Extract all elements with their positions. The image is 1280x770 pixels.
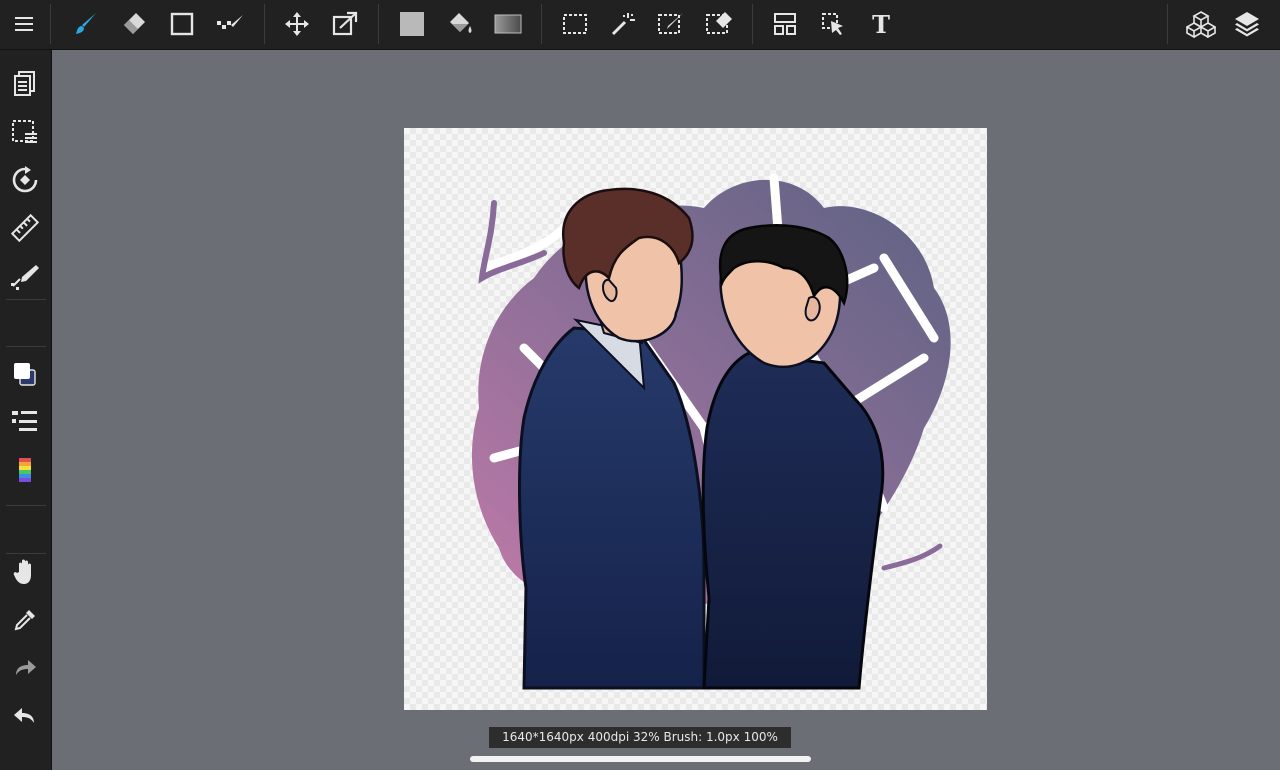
menu-icon (15, 17, 33, 31)
undo-button[interactable] (5, 696, 45, 736)
select-rectangle-icon (563, 14, 587, 34)
select-rectangle-button[interactable] (555, 4, 595, 44)
pages-icon (14, 71, 35, 96)
move-icon (285, 12, 309, 36)
shape-rectangle-icon (170, 12, 194, 36)
brush-icon (76, 13, 96, 34)
frame-divider-icon (774, 13, 796, 35)
drawing-canvas[interactable] (404, 128, 987, 710)
top-toolbar: T (0, 0, 1280, 50)
status-bar: 1640*1640px 400dpi 32% Brush: 1.0px 100% (489, 727, 791, 748)
bucket-tool-button[interactable] (440, 4, 480, 44)
rotate-canvas-button[interactable] (5, 160, 45, 200)
gradient-icon (494, 14, 522, 34)
magic-wand-button[interactable] (603, 4, 643, 44)
artwork-illustration (471, 173, 951, 690)
select-eraser-button[interactable] (699, 4, 739, 44)
text-icon: T (872, 9, 890, 39)
selection-layer-button[interactable] (5, 112, 45, 152)
home-indicator[interactable] (470, 756, 811, 762)
move-tool-button[interactable] (277, 4, 317, 44)
color-swatch-button[interactable] (5, 354, 45, 394)
gradient-tool-button[interactable] (488, 4, 528, 44)
fill-color-icon (400, 12, 424, 36)
undo-icon (14, 708, 34, 723)
materials-icon (1186, 11, 1216, 38)
snap-pen-icon (11, 265, 39, 290)
pages-button[interactable] (5, 64, 45, 104)
smudge-icon (217, 15, 243, 29)
layers-icon (1235, 12, 1259, 37)
magic-wand-icon (611, 13, 635, 36)
ruler-button[interactable] (5, 208, 45, 248)
redo-button[interactable] (5, 648, 45, 688)
hand-tool-button[interactable] (5, 552, 45, 592)
fill-color-button[interactable] (392, 4, 432, 44)
color-palette-icon (19, 458, 31, 482)
color-swatch-icon (14, 363, 36, 386)
materials-button[interactable] (1181, 4, 1221, 44)
brush-tool-button[interactable] (66, 4, 106, 44)
eyedropper-button[interactable] (5, 600, 45, 640)
transform-icon (332, 11, 358, 36)
hand-icon (13, 559, 32, 584)
operation-tool-button[interactable] (813, 4, 853, 44)
shape-tool-button[interactable] (162, 4, 202, 44)
layers-button[interactable] (1227, 4, 1267, 44)
selection-layer-icon (12, 120, 37, 143)
ruler-icon (11, 214, 39, 242)
eyedropper-icon (14, 610, 35, 631)
select-eraser-icon (706, 12, 732, 34)
frame-divider-button[interactable] (765, 4, 805, 44)
brush-list-button[interactable] (5, 402, 45, 442)
menu-button[interactable] (4, 4, 44, 44)
redo-icon (16, 660, 36, 675)
select-pen-icon (658, 13, 683, 34)
rotate-icon (12, 166, 38, 193)
bucket-icon (450, 13, 472, 33)
transform-tool-button[interactable] (325, 4, 365, 44)
snap-pen-button[interactable] (5, 256, 45, 296)
color-palette-button[interactable] (5, 450, 45, 490)
eraser-tool-button[interactable] (114, 4, 154, 44)
brush-list-icon (12, 411, 37, 431)
smudge-tool-button[interactable] (210, 4, 250, 44)
text-tool-button[interactable]: T (861, 4, 901, 44)
select-pen-button[interactable] (651, 4, 691, 44)
left-toolbar (0, 50, 52, 770)
eraser-icon (124, 13, 145, 34)
operation-icon (822, 13, 843, 35)
